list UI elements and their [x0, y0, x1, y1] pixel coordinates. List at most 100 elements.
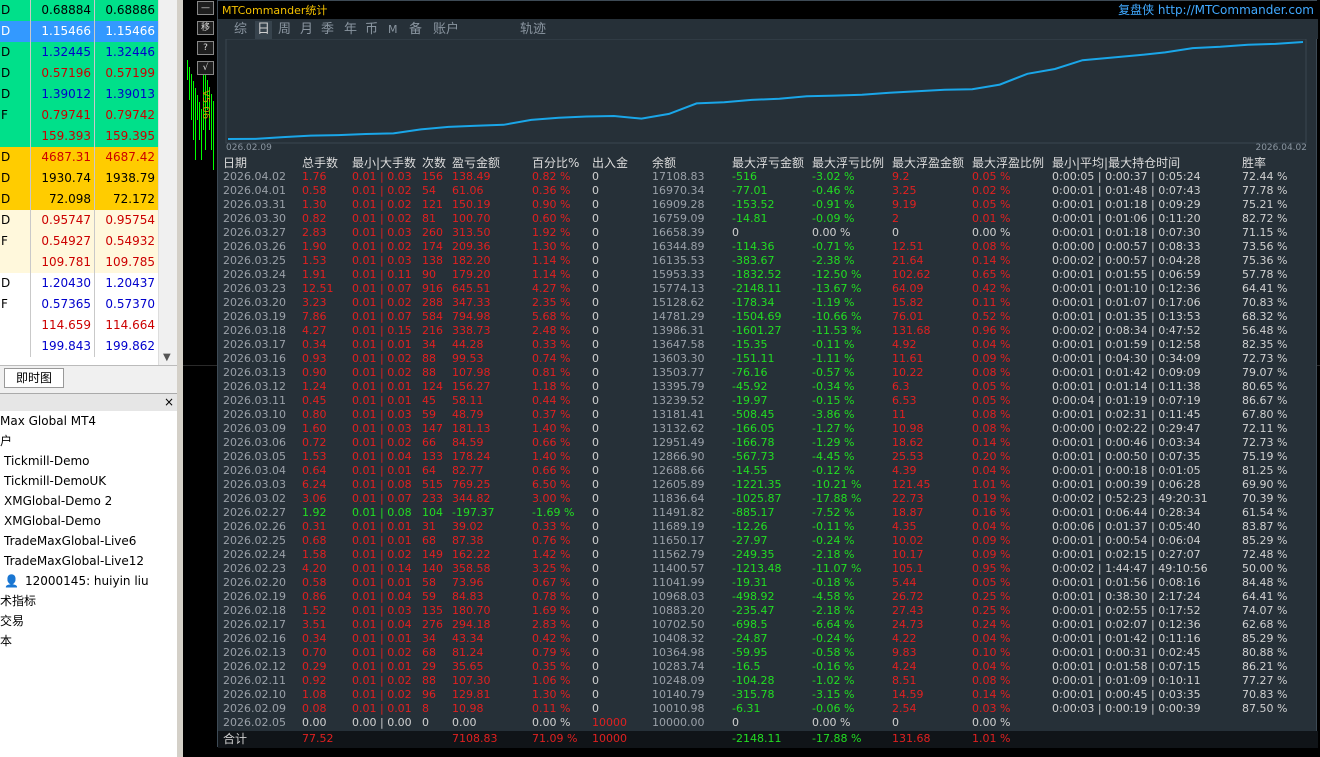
table-row[interactable]: 2026.03.20 3.23 0.01 | 0.02 288 347.33 2.35 %…: [218, 296, 1318, 310]
tab-tick-chart[interactable]: 即时图: [4, 368, 64, 388]
market-watch-row[interactable]: 159.393 159.395: [0, 126, 158, 147]
table-cell: 0:00:00 | 0:00:57 | 0:08:33: [1052, 240, 1201, 253]
market-watch-row[interactable]: F 0.79741 0.79742: [0, 105, 158, 126]
navigator-item[interactable]: 12000145: huiyin liu: [25, 571, 149, 591]
navigator-item[interactable]: 术指标: [0, 591, 36, 611]
table-row[interactable]: 2026.03.10 0.80 0.01 | 0.03 59 48.79 0.37 % 0 1…: [218, 408, 1318, 422]
menu-item[interactable]: 月: [300, 21, 313, 39]
table-row[interactable]: 2026.03.05 1.53 0.01 | 0.04 133 178.24 1.40 %…: [218, 450, 1318, 464]
scroll-down-arrow-icon[interactable]: ▼: [163, 352, 171, 363]
table-row[interactable]: 2026.03.12 1.24 0.01 | 0.01 124 156.27 1.18 %…: [218, 380, 1318, 394]
table-row[interactable]: 2026.02.16 0.34 0.01 | 0.01 34 43.34 0.42 % 0 1…: [218, 632, 1318, 646]
table-cell: 0.08 %: [972, 674, 1011, 687]
market-watch-row[interactable]: D 0.95747 0.95754: [0, 210, 158, 231]
market-watch-row[interactable]: F 0.54927 0.54932: [0, 231, 158, 252]
navigator-item[interactable]: TradeMaxGlobal-Live12: [4, 551, 144, 571]
navigator-item[interactable]: 本: [0, 631, 12, 651]
brand-url[interactable]: http://MTCommander.com: [1158, 3, 1314, 17]
menu-item[interactable]: 备: [409, 21, 422, 39]
table-row[interactable]: 2026.03.16 0.93 0.01 | 0.02 88 99.53 0.74 % 0 1…: [218, 352, 1318, 366]
market-watch-scrollbar[interactable]: ▼: [158, 0, 177, 365]
table-row[interactable]: 2026.03.27 2.83 0.01 | 0.03 260 313.50 1.92 %…: [218, 226, 1318, 240]
menu-item[interactable]: 综: [234, 21, 247, 39]
navigator-item[interactable]: Max Global MT4: [0, 411, 96, 431]
table-row[interactable]: 2026.03.25 1.53 0.01 | 0.03 138 182.20 1.14 %…: [218, 254, 1318, 268]
market-watch-row[interactable]: D 0.57196 0.57199: [0, 63, 158, 84]
table-row[interactable]: 2026.03.17 0.34 0.01 | 0.01 34 44.28 0.33 % 0 1…: [218, 338, 1318, 352]
table-row[interactable]: 2026.03.18 4.27 0.01 | 0.15 216 338.73 2.48 %…: [218, 324, 1318, 338]
table-row[interactable]: 2026.02.20 0.58 0.01 | 0.01 58 73.96 0.67 % 0 1…: [218, 576, 1318, 590]
table-row[interactable]: 2026.02.12 0.29 0.01 | 0.01 29 35.65 0.35 % 0 1…: [218, 660, 1318, 674]
market-watch-row[interactable]: D 4687.31 4687.42: [0, 147, 158, 168]
table-row[interactable]: 2026.03.23 12.51 0.01 | 0.07 916 645.51 4.27 …: [218, 282, 1318, 296]
market-watch-row[interactable]: D 1930.74 1938.79: [0, 168, 158, 189]
table-cell: -315.78: [732, 688, 775, 701]
menu-item[interactable]: 年: [344, 21, 357, 39]
table-cell: 0:00:01 | 0:00:18 | 0:01:05: [1052, 464, 1201, 477]
table-row[interactable]: 2026.03.03 6.24 0.01 | 0.08 515 769.25 6.50 %…: [218, 478, 1318, 492]
table-row[interactable]: 2026.02.19 0.86 0.01 | 0.04 59 84.83 0.78 % 0 1…: [218, 590, 1318, 604]
navigator-item[interactable]: 交易: [0, 611, 24, 631]
table-row[interactable]: 2026.02.18 1.52 0.01 | 0.03 135 180.70 1.69 %…: [218, 604, 1318, 618]
table-row[interactable]: 2026.03.19 7.86 0.01 | 0.07 584 794.98 5.68 %…: [218, 310, 1318, 324]
table-row[interactable]: 2026.03.06 0.72 0.01 | 0.02 66 84.59 0.66 % 0 1…: [218, 436, 1318, 450]
table-cell: 0:00:01 | 0:00:46 | 0:03:34: [1052, 436, 1201, 449]
market-watch-row[interactable]: D 1.20430 1.20437: [0, 273, 158, 294]
menu-item[interactable]: 轨迹: [520, 21, 546, 39]
table-row[interactable]: 2026.03.09 1.60 0.01 | 0.03 147 181.13 1.40 %…: [218, 422, 1318, 436]
menu-item[interactable]: 日: [255, 21, 273, 39]
table-row[interactable]: 2026.02.24 1.58 0.01 | 0.02 149 162.22 1.42 %…: [218, 548, 1318, 562]
navigator-item[interactable]: Tickmill-DemoUK: [4, 471, 106, 491]
panel-splitter[interactable]: [177, 0, 183, 757]
table-row[interactable]: 2026.02.11 0.92 0.01 | 0.02 88 107.30 1.06 % 0…: [218, 674, 1318, 688]
table-row[interactable]: 2026.02.05 0.00 0.00 | 0.00 0 0.00 0.00 % 1000…: [218, 716, 1318, 730]
table-cell: 39.02: [452, 520, 484, 533]
market-watch-row[interactable]: 199.843 199.862: [0, 336, 158, 357]
table-row[interactable]: 2026.03.11 0.45 0.01 | 0.01 45 58.11 0.44 % 0 1…: [218, 394, 1318, 408]
table-row[interactable]: 2026.02.17 3.51 0.01 | 0.04 276 294.18 2.83 %…: [218, 618, 1318, 632]
market-watch-row[interactable]: 109.781 109.785: [0, 252, 158, 273]
table-row[interactable]: 2026.02.13 0.70 0.01 | 0.02 68 81.24 0.79 % 0 1…: [218, 646, 1318, 660]
market-watch-row[interactable]: 114.659 114.664: [0, 315, 158, 336]
market-watch-row[interactable]: D 0.68884 0.68886: [0, 0, 158, 21]
market-watch-row[interactable]: D 1.15466 1.15466: [0, 21, 158, 42]
menu-item[interactable]: 账户: [433, 21, 459, 39]
chart-tool-button[interactable]: ?: [197, 41, 214, 55]
chart-tool-button[interactable]: —: [197, 1, 214, 15]
table-row[interactable]: 2026.03.13 0.90 0.01 | 0.02 88 107.98 0.81 % 0…: [218, 366, 1318, 380]
market-watch-row[interactable]: D 72.098 72.172: [0, 189, 158, 210]
market-watch-row[interactable]: F 0.57365 0.57370: [0, 294, 158, 315]
brand-link[interactable]: 复盘侠 http://MTCommander.com: [1118, 1, 1314, 18]
table-row[interactable]: 2026.03.24 1.91 0.01 | 0.11 90 179.20 1.14 % 0…: [218, 268, 1318, 282]
table-row[interactable]: 2026.02.10 1.08 0.01 | 0.02 96 129.81 1.30 % 0…: [218, 688, 1318, 702]
table-row[interactable]: 2026.03.02 3.06 0.01 | 0.07 233 344.82 3.00 %…: [218, 492, 1318, 506]
table-row[interactable]: 2026.02.25 0.68 0.01 | 0.01 68 87.38 0.76 % 0 1…: [218, 534, 1318, 548]
navigator-item[interactable]: Tickmill-Demo: [4, 451, 90, 471]
table-row[interactable]: 2026.02.23 4.20 0.01 | 0.14 140 358.58 3.25 %…: [218, 562, 1318, 576]
navigator-item[interactable]: 户: [0, 431, 12, 451]
menu-item[interactable]: 季: [321, 21, 334, 39]
navigator-item[interactable]: TradeMaxGlobal-Live6: [4, 531, 136, 551]
table-cell: 88: [422, 352, 436, 365]
navigator-item[interactable]: XMGlobal-Demo: [4, 511, 101, 531]
menu-item[interactable]: 币: [365, 21, 378, 39]
close-icon[interactable]: ×: [164, 394, 174, 410]
table-row[interactable]: 2026.03.30 0.82 0.01 | 0.02 81 100.70 0.60 % 0…: [218, 212, 1318, 226]
table-row[interactable]: 2026.04.02 1.76 0.01 | 0.03 156 138.49 0.82 %…: [218, 170, 1318, 184]
market-watch-row[interactable]: D 1.32445 1.32446: [0, 42, 158, 63]
table-cell: 0: [592, 590, 599, 603]
navigator-item[interactable]: XMGlobal-Demo 2: [4, 491, 112, 511]
table-row[interactable]: 2026.02.27 1.92 0.01 | 0.08 104 -197.37 -1.69…: [218, 506, 1318, 520]
chart-tool-button[interactable]: √: [197, 61, 214, 75]
table-row[interactable]: 2026.02.26 0.31 0.01 | 0.01 31 39.02 0.33 % 0 1…: [218, 520, 1318, 534]
table-row[interactable]: 2026.04.01 0.58 0.01 | 0.02 54 61.06 0.36 % 0 1…: [218, 184, 1318, 198]
menu-item[interactable]: 周: [278, 21, 291, 39]
table-row[interactable]: 2026.03.04 0.64 0.01 | 0.01 64 82.77 0.66 % 0 1…: [218, 464, 1318, 478]
table-row[interactable]: 2026.03.26 1.90 0.01 | 0.02 174 209.36 1.30 %…: [218, 240, 1318, 254]
menu-item[interactable]: M: [388, 21, 398, 39]
table-row[interactable]: 2026.03.31 1.30 0.01 | 0.02 121 150.19 0.90 %…: [218, 198, 1318, 212]
table-cell: 0.01 | 0.04: [352, 590, 412, 603]
market-watch-row[interactable]: D 1.39012 1.39013: [0, 84, 158, 105]
chart-tool-button[interactable]: 移: [197, 21, 214, 35]
table-row[interactable]: 2026.02.09 0.08 0.01 | 0.01 8 10.98 0.11 % 0 10…: [218, 702, 1318, 716]
